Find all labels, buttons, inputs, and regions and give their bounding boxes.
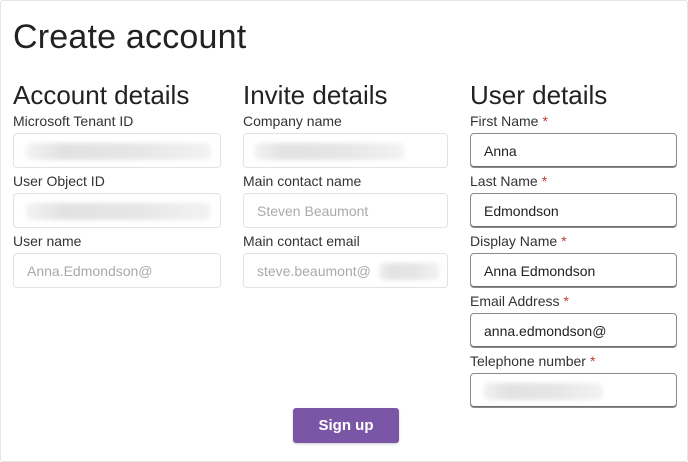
account-details-heading: Account details [13, 80, 190, 110]
object-id-label: User Object ID [13, 173, 105, 189]
last-name-value: Edmondson [484, 202, 559, 219]
page-title: Create account [13, 18, 247, 56]
tenant-id-label: Microsoft Tenant ID [13, 113, 134, 129]
redacted-blur [483, 383, 603, 400]
invite-details-section: Invite details Company name Main contact… [243, 80, 448, 288]
contact-email-field-group: Main contact email steve.beaumont@ [243, 232, 448, 288]
username-field-group: User name Anna.Edmondson@ [13, 232, 221, 288]
phone-input[interactable] [470, 373, 677, 408]
phone-field-group: Telephone number * [470, 352, 677, 408]
username-label: User name [13, 233, 82, 249]
account-details-section: Account details Microsoft Tenant ID User… [13, 80, 221, 288]
phone-label: Telephone number * [470, 352, 677, 370]
first-name-value: Anna [484, 142, 517, 159]
invite-details-heading: Invite details [243, 80, 388, 110]
object-id-input[interactable] [13, 193, 221, 228]
tenant-id-input[interactable] [13, 133, 221, 168]
display-name-field-group: Display Name * Anna Edmondson [470, 232, 677, 288]
company-field-group: Company name [243, 112, 448, 168]
redacted-blur [26, 203, 211, 220]
sign-up-button[interactable]: Sign up [293, 408, 399, 443]
display-name-input[interactable]: Anna Edmondson [470, 253, 677, 288]
display-name-label-text: Display Name [470, 233, 558, 249]
company-input[interactable] [243, 133, 448, 168]
email-label: Email Address * [470, 292, 677, 310]
required-asterisk: * [563, 293, 569, 309]
required-asterisk: * [542, 113, 548, 129]
last-name-label: Last Name * [470, 172, 677, 190]
first-name-label: First Name * [470, 112, 677, 130]
tenant-id-field-group: Microsoft Tenant ID [13, 112, 221, 168]
contact-name-value: Steven Beaumont [257, 202, 369, 219]
contact-email-value: steve.beaumont@ [257, 262, 371, 279]
redacted-blur [26, 143, 211, 160]
object-id-field-group: User Object ID [13, 172, 221, 228]
email-label-text: Email Address [470, 293, 560, 309]
display-name-label: Display Name * [470, 232, 677, 250]
email-field-group: Email Address * anna.edmondson@ [470, 292, 677, 348]
phone-label-text: Telephone number [470, 353, 586, 369]
first-name-field-group: First Name * Anna [470, 112, 677, 168]
username-value: Anna.Edmondson@ [27, 262, 153, 279]
redacted-blur [378, 263, 440, 280]
user-details-section: User details First Name * Anna Last Name *… [470, 80, 677, 408]
required-asterisk: * [589, 353, 596, 369]
contact-name-field-group: Main contact name Steven Beaumont [243, 172, 448, 228]
contact-name-label: Main contact name [243, 173, 362, 189]
company-label: Company name [243, 113, 342, 129]
last-name-input[interactable]: Edmondson [470, 193, 677, 228]
first-name-label-text: First Name [470, 113, 539, 129]
required-asterisk: * [541, 173, 548, 189]
contact-email-label: Main contact email [243, 233, 360, 249]
username-input[interactable]: Anna.Edmondson@ [13, 253, 221, 288]
contact-email-input[interactable]: steve.beaumont@ [243, 253, 448, 288]
email-value: anna.edmondson@ [484, 322, 607, 339]
user-details-heading: User details [470, 80, 608, 110]
contact-name-input[interactable]: Steven Beaumont [243, 193, 448, 228]
required-asterisk: * [561, 233, 567, 249]
last-name-label-text: Last Name [470, 173, 538, 189]
last-name-field-group: Last Name * Edmondson [470, 172, 677, 228]
email-input[interactable]: anna.edmondson@ [470, 313, 677, 348]
display-name-value: Anna Edmondson [484, 262, 596, 279]
redacted-blur [254, 143, 404, 160]
first-name-input[interactable]: Anna [470, 133, 677, 168]
